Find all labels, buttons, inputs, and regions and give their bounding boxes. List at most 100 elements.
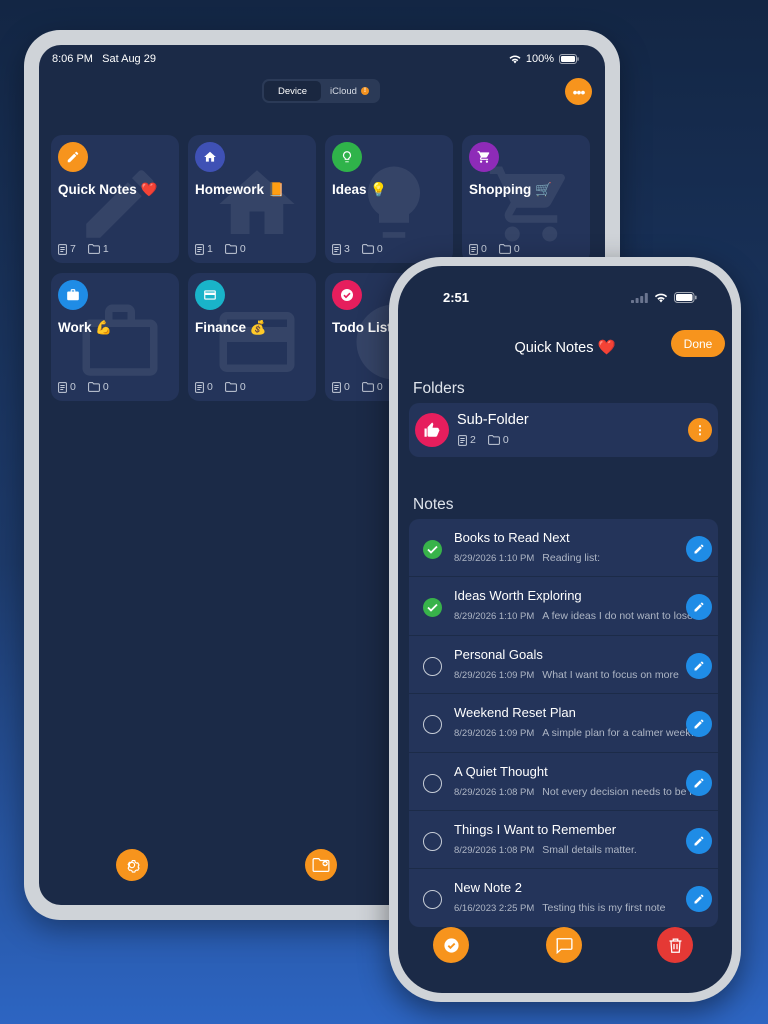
edit-note-button[interactable] <box>686 536 712 562</box>
vertical-ellipsis-icon: ⋮ <box>694 423 706 437</box>
lightbulb-watermark-icon <box>367 166 421 238</box>
completion-checkbox[interactable] <box>423 715 442 735</box>
check-icon <box>332 280 362 310</box>
folder-count: 0 <box>102 381 109 393</box>
folder-name: Quick Notes ❤️ <box>58 182 158 197</box>
battery-icon <box>559 54 579 64</box>
status-time: 2:51 <box>443 290 470 305</box>
wifi-icon <box>509 55 521 63</box>
lightbulb-icon <box>332 142 362 172</box>
edit-note-button[interactable] <box>686 594 712 621</box>
pencil-icon <box>58 142 88 172</box>
folder-name: Homework 📙 <box>195 182 285 197</box>
comment-icon <box>556 937 573 954</box>
note-preview: A few ideas I do not want to lose <box>542 610 693 623</box>
ellipsis-icon: ••• <box>572 83 586 100</box>
edit-note-button[interactable] <box>686 769 712 796</box>
note-row[interactable]: Weekend Reset Plan 8/29/2026 1:09 PM A sim… <box>409 694 718 753</box>
status-date: Sat Aug 29 <box>102 53 156 65</box>
pencil-icon <box>694 894 704 904</box>
new-folder-button[interactable] <box>305 849 337 881</box>
subfolder-name: Sub-Folder <box>457 412 529 428</box>
note-count-icon <box>195 243 204 255</box>
folder-count-icon <box>87 244 100 254</box>
house-icon <box>195 142 225 172</box>
ipad-status-bar: 8:06 PM Sat Aug 29 100% <box>52 53 579 69</box>
select-all-button[interactable] <box>433 927 469 963</box>
folder-tile-finance[interactable]: Finance 💰 0 0 <box>188 273 316 401</box>
note-row[interactable]: Personal Goals 8/29/2026 1:09 PM What I wa… <box>409 636 718 695</box>
battery-icon <box>674 292 697 303</box>
completion-checkbox[interactable] <box>423 773 442 793</box>
folder-tile-ideas[interactable]: Ideas 💡 3 0 <box>325 135 453 263</box>
settings-button[interactable] <box>116 849 148 881</box>
pencil-icon <box>694 719 704 729</box>
edit-note-button[interactable] <box>686 711 712 738</box>
folder-count: 0 <box>502 434 509 446</box>
folder-tile-homework[interactable]: Homework 📙 1 0 <box>188 135 316 263</box>
folder-name: Ideas 💡 <box>332 182 388 197</box>
notes-list: Books to Read Next 8/29/2026 1:10 PM Readi… <box>409 519 718 927</box>
notes-heading: Notes <box>413 496 454 513</box>
done-button[interactable]: Done <box>671 330 725 357</box>
pencil-icon <box>694 602 704 612</box>
note-count: 1 <box>207 243 213 255</box>
folder-count: 0 <box>376 243 383 255</box>
folder-count: 1 <box>102 243 109 255</box>
completion-checkbox[interactable] <box>423 540 442 559</box>
check-circle-icon <box>443 937 459 953</box>
note-row[interactable]: A Quiet Thought 8/29/2026 1:08 PM Not ever… <box>409 753 718 811</box>
folder-count-icon <box>361 382 374 392</box>
note-count: 3 <box>344 243 350 255</box>
note-count: 0 <box>70 381 76 393</box>
comment-button[interactable] <box>546 927 582 963</box>
note-row[interactable]: Things I Want to Remember 8/29/2026 1:08 … <box>409 811 718 870</box>
segment-icloud[interactable]: iCloud! <box>321 81 378 101</box>
folder-name: Shopping 🛒 <box>469 182 552 197</box>
iphone-device: 2:51 Quick Notes ❤️ Done Folders Sub-Fol… <box>389 257 741 1002</box>
gear-icon <box>127 859 140 873</box>
folder-name: Finance 💰 <box>195 320 267 335</box>
edit-note-button[interactable] <box>686 652 712 679</box>
folder-tile-quick-notes[interactable]: Quick Notes ❤️ 7 1 <box>51 135 179 263</box>
folders-heading: Folders <box>413 380 465 397</box>
delete-button[interactable] <box>657 927 693 963</box>
signal-icon <box>631 292 648 303</box>
note-count-icon <box>58 381 67 393</box>
folder-count-icon <box>498 244 511 254</box>
icloud-warning-badge: ! <box>360 87 369 95</box>
note-title: Weekend Reset Plan <box>454 705 576 721</box>
folder-count-icon <box>361 244 374 254</box>
note-title: Things I Want to Remember <box>454 821 617 837</box>
folder-count: 0 <box>513 243 520 255</box>
note-row[interactable]: Ideas Worth Exploring 8/29/2026 1:10 PM A … <box>409 577 718 636</box>
folder-count-icon <box>87 382 100 392</box>
note-count-icon <box>58 243 67 255</box>
subfolder-row[interactable]: Sub-Folder 2 0 ⋮ <box>409 403 718 457</box>
status-time: 8:06 PM <box>52 53 93 65</box>
storage-segmented-control: Device iCloud! <box>262 79 380 103</box>
edit-note-button[interactable] <box>686 886 712 913</box>
note-date: 8/29/2026 1:09 PM <box>454 669 535 681</box>
completion-checkbox[interactable] <box>423 598 442 618</box>
note-count-icon <box>332 381 341 393</box>
folder-tile-work[interactable]: Work 💪 0 0 <box>51 273 179 401</box>
subfolder-menu-button[interactable]: ⋮ <box>688 418 712 442</box>
note-date: 8/29/2026 1:10 PM <box>454 553 535 564</box>
note-date: 6/16/2023 2:25 PM <box>454 903 535 915</box>
note-row[interactable]: New Note 2 6/16/2023 2:25 PM Testing this … <box>409 869 718 927</box>
note-row[interactable]: Books to Read Next 8/29/2026 1:10 PM Readi… <box>409 519 718 578</box>
more-button[interactable]: ••• <box>565 78 592 105</box>
pencil-icon <box>694 544 704 554</box>
completion-checkbox[interactable] <box>423 890 442 910</box>
iphone-status-bar: 2:51 <box>443 290 697 308</box>
folder-count: 0 <box>376 381 383 393</box>
pencil-icon <box>694 778 704 788</box>
note-preview: Testing this is my first note <box>542 902 666 915</box>
pencil-watermark-icon <box>86 170 154 238</box>
completion-checkbox[interactable] <box>423 656 442 676</box>
segment-device[interactable]: Device <box>264 81 321 101</box>
completion-checkbox[interactable] <box>423 831 442 851</box>
folder-tile-shopping[interactable]: Shopping 🛒 0 0 <box>462 135 590 263</box>
edit-note-button[interactable] <box>686 827 712 854</box>
